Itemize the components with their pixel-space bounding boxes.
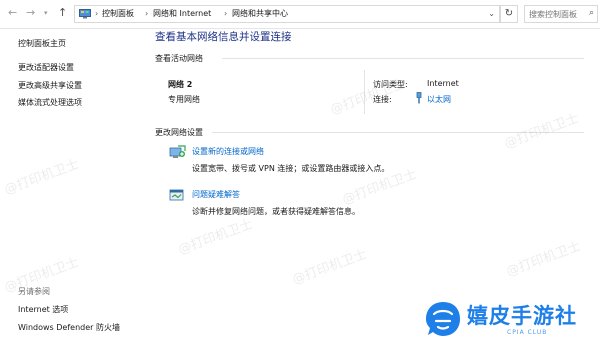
breadcrumb-control-panel[interactable]: 控制面板 [102,9,134,19]
network-type: 专用网络 [168,95,200,104]
back-arrow-icon[interactable]: ← [8,7,17,19]
refresh-icon: ↻ [504,8,514,19]
setup-new-connection-description: 设置宽带、拨号或 VPN 连接；或设置路由器或接入点。 [192,164,390,173]
breadcrumb[interactable]: › 控制面板 › 网络和 Internet › 网络和共享中心 ⌄ [74,5,500,23]
divider [222,58,584,59]
access-type-label: 访问类型: [373,80,408,89]
breadcrumb-network-internet[interactable]: 网络和 Internet [153,9,211,19]
control-panel-icon [79,9,91,19]
address-dropdown-chevron-icon[interactable]: ⌄ [488,9,495,19]
brand-mark-icon [426,302,460,336]
troubleshoot-problems-link[interactable]: 问题疑难解答 [192,189,240,200]
address-bar: ← → ▾ ↑ › 控制面板 › 网络和 Internet › 网络和共享中心 … [0,0,600,29]
troubleshoot-problems-description: 诊断并修复网络问题，或者获得疑难解答信息。 [192,207,360,216]
brand-logo: 嬉皮手游社 CPIA CLUB [424,298,600,346]
active-networks-heading: 查看活动网络 [155,54,203,63]
watermark: @打印机卫士 [502,110,581,152]
see-also-heading: 另请参阅 [18,287,50,296]
watermark: @打印机卫士 [2,156,81,198]
search-input[interactable] [529,7,585,21]
new-connection-icon [169,145,186,158]
left-link-media-streaming-options[interactable]: 媒体流式处理选项 [18,97,82,108]
search-box: ⌕ [524,5,598,23]
refresh-button[interactable]: ↻ [500,5,518,23]
divider [364,70,365,114]
breadcrumb-separator-icon: › [95,9,99,18]
divider [212,132,584,133]
recent-locations-chevron-icon[interactable]: ▾ [44,7,48,19]
watermark: @打印机卫士 [504,238,583,280]
left-link-change-adapter-settings[interactable]: 更改适配器设置 [18,62,74,73]
network-name: 网络 2 [168,80,193,89]
see-also-internet-options[interactable]: Internet 选项 [18,304,68,315]
brand-subtitle: CPIA CLUB [507,329,548,336]
breadcrumb-separator-icon: › [224,9,228,18]
ethernet-icon [416,92,422,104]
ethernet-connection-link[interactable]: 以太网 [427,94,451,105]
breadcrumb-separator-icon: › [145,9,149,18]
watermark: @打印机卫士 [176,216,255,258]
troubleshoot-icon [169,189,184,201]
setup-new-connection-link[interactable]: 设置新的连接或网络 [192,146,264,157]
change-settings-heading: 更改网络设置 [155,128,203,137]
connections-label: 连接: [373,95,392,104]
page-title: 查看基本网络信息并设置连接 [155,31,292,43]
watermark: @打印机卫士 [290,246,369,288]
access-type-value: Internet [427,79,459,88]
left-link-advanced-sharing-settings[interactable]: 更改高级共享设置 [18,80,82,91]
up-arrow-icon[interactable]: ↑ [58,7,67,19]
see-also-windows-defender-firewall[interactable]: Windows Defender 防火墙 [18,322,120,333]
search-icon[interactable]: ⌕ [589,8,594,18]
left-link-control-panel-home[interactable]: 控制面板主页 [18,38,66,49]
forward-arrow-icon[interactable]: → [26,7,35,19]
breadcrumb-network-sharing-center[interactable]: 网络和共享中心 [232,9,288,19]
brand-name: 嬉皮手游社 [467,304,577,328]
